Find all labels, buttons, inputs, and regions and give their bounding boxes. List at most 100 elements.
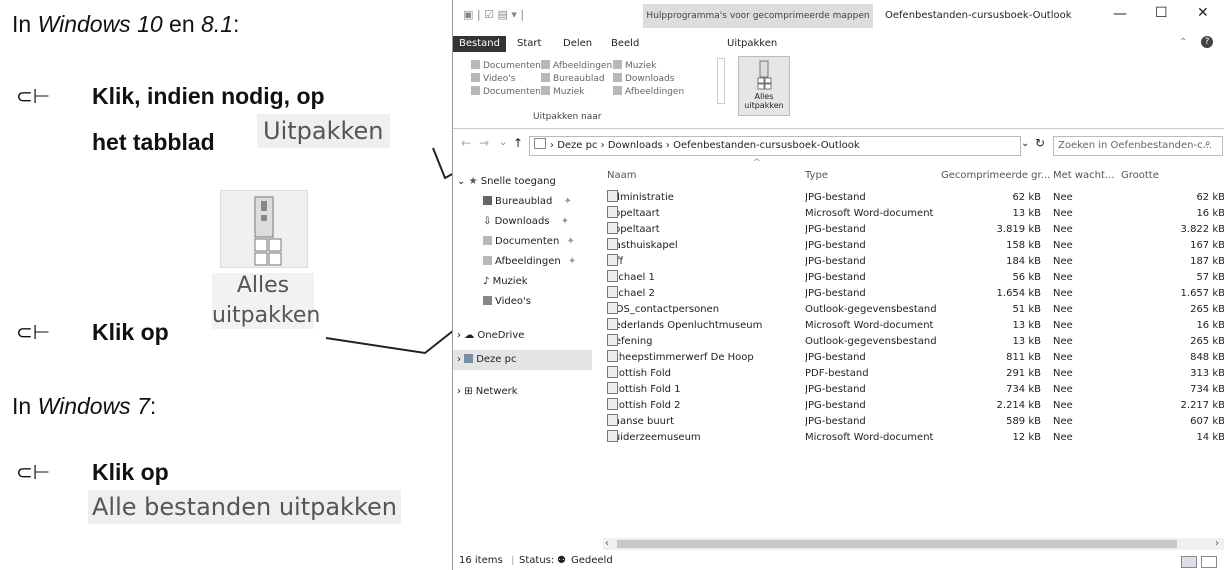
column-naam[interactable]: Naam <box>607 164 636 188</box>
close-button[interactable]: ✕ <box>1197 5 1209 21</box>
column-size[interactable]: Grootte <box>1121 164 1159 188</box>
column-compressed-size[interactable]: Gecomprimeerde gr... <box>941 164 1050 188</box>
scroll-right-icon[interactable]: › <box>1215 538 1219 549</box>
nav-item-muziek[interactable]: ♪ Muziek <box>483 272 528 292</box>
table-row[interactable]: Scottish Fold 2 JPG-bestand 2.214 kB Nee 2.2… <box>603 398 1224 414</box>
pin-icon: ✦ <box>563 196 572 207</box>
up-arrow-icon[interactable]: ↑ <box>513 136 523 150</box>
table-row[interactable]: Administratie JPG-bestand 62 kB Nee 62 kB <box>603 190 1224 206</box>
file-icon <box>607 206 618 218</box>
file-compressed-size: 62 kB <box>1012 192 1041 203</box>
breadcrumb-downloads[interactable]: Downloads <box>608 140 663 151</box>
table-row[interactable]: Gasthuiskapel JPG-bestand 158 kB Nee 167 kB <box>603 238 1224 254</box>
nav-item-downloads[interactable]: ⇩ Downloads ✦ <box>483 212 569 232</box>
table-row[interactable]: Zuiderzeemuseum Microsoft Word-document 12… <box>603 430 1224 446</box>
table-row[interactable]: Michael 2 JPG-bestand 1.654 kB Nee 1.657 kB <box>603 286 1224 302</box>
chevron-down-icon[interactable]: ⌄ <box>499 137 507 148</box>
nav-onedrive[interactable]: › ☁ OneDrive <box>457 326 524 346</box>
file-name-text: Scheepstimmerwerf De Hoop <box>607 352 754 363</box>
table-row[interactable]: Zaanse buurt JPG-bestand 589 kB Nee 607 kB <box>603 414 1224 430</box>
tab-bestand[interactable]: Bestand <box>453 36 506 52</box>
ribbon-item[interactable]: Muziek <box>613 60 684 73</box>
search-icon[interactable]: ⌕ <box>1205 138 1211 149</box>
help-icon[interactable]: ? <box>1201 36 1213 48</box>
details-view-icon[interactable] <box>1181 556 1197 568</box>
tab-beeld[interactable]: Beeld <box>605 36 645 52</box>
scroll-left-icon[interactable]: ‹ <box>605 538 609 549</box>
table-row[interactable]: Scottish Fold PDF-bestand 291 kB Nee 313 kB <box>603 366 1224 382</box>
back-arrow-icon[interactable]: ← <box>461 136 471 150</box>
file-compressed-size: 291 kB <box>1006 368 1041 379</box>
table-row[interactable]: Scottish Fold 1 JPG-bestand 734 kB Nee 734 k… <box>603 382 1224 398</box>
table-row[interactable]: Michael 1 JPG-bestand 56 kB Nee 57 kB <box>603 270 1224 286</box>
file-name-text: Scottish Fold 2 <box>607 400 681 411</box>
column-type[interactable]: Type <box>805 164 828 188</box>
tab-uitpakken[interactable]: Uitpakken <box>721 36 783 52</box>
file-type: Microsoft Word-document <box>805 320 934 331</box>
table-row[interactable]: Oefening Outlook-gegevensbestand 13 kB Nee 2… <box>603 334 1224 350</box>
chevron-down-icon[interactable]: ⌄ <box>1021 138 1029 149</box>
extract-all-button[interactable]: Alles uitpakken <box>738 56 790 116</box>
file-name: Scottish Fold 1 <box>607 382 797 398</box>
tiles-view-icon[interactable] <box>1201 556 1217 568</box>
address-bar[interactable]: › Deze pc › Downloads › Oefenbestanden-c… <box>529 136 1021 156</box>
table-row[interactable]: Appeltaart Microsoft Word-document 13 kB Ne… <box>603 206 1224 222</box>
ribbon-item[interactable]: Afbeeldingen <box>541 60 612 73</box>
folder-icon <box>613 60 622 69</box>
file-size: 167 kB <box>1190 240 1224 251</box>
minimize-button[interactable]: — <box>1113 6 1127 22</box>
ribbon-scroll[interactable] <box>717 58 725 104</box>
file-compressed-size: 734 kB <box>1006 384 1041 395</box>
table-row[interactable]: Nederlands Openluchtmuseum Microsoft Word… <box>603 318 1224 334</box>
breadcrumb-folder[interactable]: Oefenbestanden-cursusboek-Outlook <box>673 140 860 151</box>
tab-delen[interactable]: Delen <box>557 36 598 52</box>
ribbon-item[interactable]: Video's <box>471 73 541 86</box>
quick-access-toolbar[interactable]: ▣ | ☑ ▤ ▾ | <box>463 8 533 22</box>
nav-netwerk[interactable]: › ⊞ Netwerk <box>457 382 518 402</box>
file-name: Gasthuiskapel <box>607 238 797 254</box>
search-input[interactable]: Zoeken in Oefenbestanden-c... <box>1053 136 1223 156</box>
nav-item-videos[interactable]: Video's <box>483 292 531 312</box>
ribbon-group-label: Uitpakken naar <box>533 112 602 122</box>
file-icon <box>607 238 618 250</box>
table-row[interactable]: Scheepstimmerwerf De Hoop JPG-bestand 811 … <box>603 350 1224 366</box>
file-password: Nee <box>1053 432 1073 443</box>
table-row[interactable]: MOS_contactpersonen Outlook-gegevensbesta… <box>603 302 1224 318</box>
folder-icon <box>471 86 480 95</box>
file-password: Nee <box>1053 384 1073 395</box>
file-name: Administratie <box>607 190 797 206</box>
pc-icon <box>464 354 474 363</box>
horizontal-scrollbar[interactable]: ‹ › <box>603 538 1224 550</box>
file-type: PDF-bestand <box>805 368 869 379</box>
ribbon-item[interactable]: Afbeeldingen <box>613 86 684 99</box>
nav-quick-access[interactable]: ⌄ ★ Snelle toegang <box>457 172 556 192</box>
file-icon <box>607 302 618 314</box>
table-row[interactable]: Jeff JPG-bestand 184 kB Nee 187 kB <box>603 254 1224 270</box>
pc-icon <box>534 138 546 149</box>
ribbon-tabs: Bestand Start Delen Beeld Uitpakken ⌃ ? <box>453 36 1224 53</box>
maximize-button[interactable]: ☐ <box>1155 5 1168 21</box>
file-icon <box>607 318 618 330</box>
nav-deze-pc[interactable]: › Deze pc <box>453 350 592 370</box>
refresh-icon[interactable]: ↻ <box>1035 136 1045 150</box>
status-bar: 16 items | Status: ⚉ Gedeeld <box>453 552 1224 570</box>
file-type: JPG-bestand <box>805 192 866 203</box>
nav-item-bureaublad[interactable]: Bureaublad ✦ <box>483 192 572 212</box>
ribbon-item[interactable]: Muziek <box>541 86 612 99</box>
scrollbar-thumb[interactable] <box>617 540 1177 548</box>
ribbon-item[interactable]: Bureaublad <box>541 73 612 86</box>
chevron-up-icon[interactable]: ⌃ <box>1179 37 1187 48</box>
tab-start[interactable]: Start <box>511 36 547 52</box>
nav-item-afbeeldingen[interactable]: Afbeeldingen ✦ <box>483 252 576 272</box>
forward-arrow-icon[interactable]: → <box>479 136 489 150</box>
ribbon-item[interactable]: Documenten <box>471 60 541 73</box>
column-password[interactable]: Met wacht... <box>1053 164 1114 188</box>
file-password: Nee <box>1053 400 1073 411</box>
ribbon-item[interactable]: Documenten <box>471 86 541 99</box>
breadcrumb-deze-pc[interactable]: Deze pc <box>557 140 597 151</box>
ribbon-item[interactable]: Downloads <box>613 73 684 86</box>
folder-icon <box>471 73 480 82</box>
table-row[interactable]: Appeltaart JPG-bestand 3.819 kB Nee 3.822 kB <box>603 222 1224 238</box>
nav-item-documenten[interactable]: Documenten ✦ <box>483 232 575 252</box>
folder-icon <box>613 86 622 95</box>
